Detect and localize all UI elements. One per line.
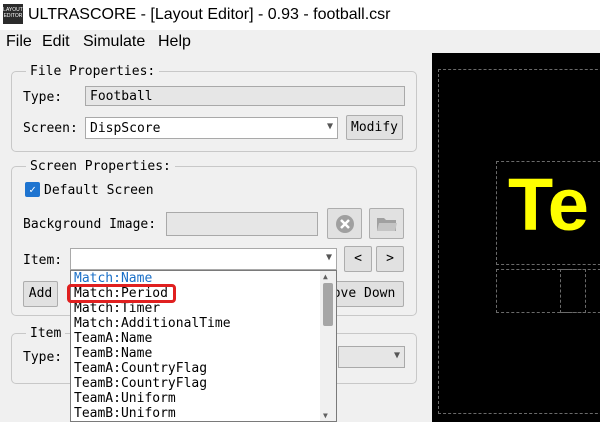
browse-image-button[interactable] bbox=[369, 208, 404, 239]
type-field: Football bbox=[85, 86, 405, 106]
highlight-box bbox=[67, 284, 176, 303]
menu-bar: File Edit Simulate Help bbox=[0, 30, 600, 53]
folder-icon bbox=[376, 218, 397, 231]
menu-file[interactable]: File bbox=[6, 33, 32, 51]
background-image-label: Background Image: bbox=[23, 217, 157, 232]
next-item-button[interactable]: > bbox=[376, 246, 404, 272]
screen-select-value: DispScore bbox=[90, 121, 161, 136]
chevron-down-icon: ▼ bbox=[325, 252, 332, 263]
scroll-up-icon[interactable]: ▲ bbox=[323, 272, 328, 281]
item-type-label: Type: bbox=[23, 350, 63, 365]
dropdown-option[interactable]: TeamB:CountryFlag bbox=[74, 376, 207, 391]
scroll-down-icon[interactable]: ▼ bbox=[323, 411, 328, 420]
add-button[interactable]: Add bbox=[23, 281, 58, 307]
layout-preview-canvas[interactable]: Te bbox=[432, 53, 600, 422]
preview-box-small[interactable] bbox=[560, 269, 586, 313]
title-bar: LAYOUT EDITOR ULTRASCORE - [Layout Edito… bbox=[0, 0, 600, 30]
chevron-right-icon: > bbox=[386, 251, 394, 266]
file-properties-legend: File Properties: bbox=[30, 64, 156, 79]
scrollbar-thumb[interactable] bbox=[323, 283, 333, 326]
app-icon: LAYOUT EDITOR bbox=[3, 4, 23, 24]
type-label: Type: bbox=[23, 90, 63, 105]
dropdown-option[interactable]: TeamA:Uniform bbox=[74, 391, 176, 406]
chevron-down-icon: ▼ bbox=[326, 121, 333, 132]
dropdown-option[interactable]: TeamB:Uniform bbox=[74, 406, 176, 421]
clear-image-button[interactable] bbox=[327, 208, 362, 239]
clear-icon bbox=[335, 215, 354, 233]
item-select[interactable]: ▼ bbox=[70, 248, 337, 270]
background-image-field bbox=[166, 212, 318, 236]
default-screen-checkbox[interactable]: ✓ bbox=[25, 182, 40, 197]
dropdown-option[interactable]: Match:Timer bbox=[74, 301, 160, 316]
default-screen-label: Default Screen bbox=[44, 183, 154, 198]
chevron-left-icon: < bbox=[354, 251, 362, 266]
prev-item-button[interactable]: < bbox=[344, 246, 372, 272]
dropdown-option[interactable]: Match:AdditionalTime bbox=[74, 316, 231, 331]
item-type-select[interactable]: ▼ bbox=[338, 346, 405, 368]
screen-select[interactable]: DispScore ▼ bbox=[85, 117, 338, 139]
screen-label: Screen: bbox=[23, 121, 78, 136]
dropdown-scrollbar[interactable]: ▲ ▼ bbox=[320, 271, 336, 421]
screen-properties-legend: Screen Properties: bbox=[30, 159, 171, 174]
checkmark-icon: ✓ bbox=[29, 183, 36, 196]
chevron-down-icon: ▼ bbox=[393, 350, 400, 361]
dropdown-option[interactable]: TeamA:CountryFlag bbox=[74, 361, 207, 376]
menu-edit[interactable]: Edit bbox=[42, 33, 70, 51]
dropdown-option[interactable]: TeamB:Name bbox=[74, 346, 152, 361]
item-properties-legend: Item bbox=[30, 326, 62, 341]
window-title: ULTRASCORE - [Layout Editor] - 0.93 - fo… bbox=[28, 6, 391, 23]
item-label: Item: bbox=[23, 253, 63, 268]
menu-help[interactable]: Help bbox=[158, 33, 191, 51]
dropdown-option[interactable]: TeamA:Name bbox=[74, 331, 152, 346]
modify-button[interactable]: Modify bbox=[346, 115, 403, 140]
preview-text: Te bbox=[508, 163, 589, 246]
menu-simulate[interactable]: Simulate bbox=[83, 33, 145, 51]
